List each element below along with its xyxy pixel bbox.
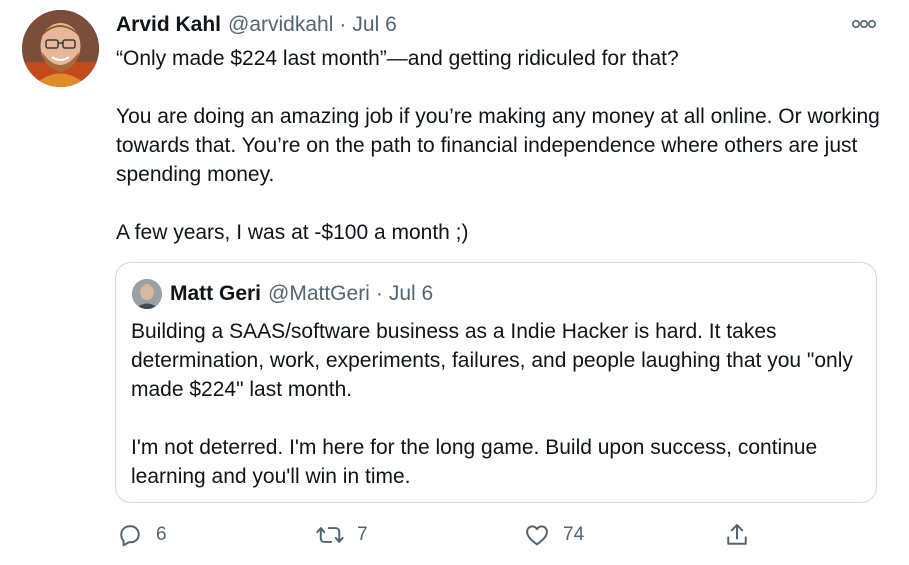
quote-author-avatar	[132, 279, 162, 309]
quote-author-handle: @MattGeri	[268, 282, 370, 305]
tweet[interactable]: Arvid Kahl @arvidkahl · Jul 6 “Only made…	[0, 0, 909, 565]
tweet-date[interactable]: Jul 6	[352, 13, 396, 37]
author-handle[interactable]: @arvidkahl	[228, 13, 333, 37]
reply-button[interactable]: 6	[116, 518, 167, 552]
share-icon	[727, 524, 747, 545]
quote-date: Jul 6	[388, 282, 434, 305]
tweet-paragraph: You are doing an amazing job if you’re m…	[116, 105, 880, 186]
retweet-button[interactable]: 7	[315, 518, 368, 552]
tweet-paragraph: “Only made $224 last month”—and getting …	[116, 47, 679, 70]
share-button[interactable]	[723, 518, 751, 552]
quote-paragraph: I'm not deterred. I'm here for the long …	[131, 436, 818, 488]
like-count: 74	[563, 524, 585, 545]
quote-paragraph: Building a SAAS/software business as a I…	[131, 320, 853, 401]
tweet-paragraph: A few years, I was at -$100 a month ;)	[116, 221, 469, 244]
quote-author-name: Matt Geri	[170, 282, 262, 305]
heart-icon	[526, 525, 548, 546]
tweet-text: “Only made $224 last month”—and getting …	[116, 44, 886, 247]
quote-header: Matt Geri @MattGeri · Jul 6	[170, 282, 433, 306]
reply-icon	[120, 525, 140, 547]
tweet-actions: 6 7 74	[116, 518, 756, 552]
more-options-button[interactable]	[846, 12, 882, 36]
quote-text: Building a SAAS/software business as a I…	[131, 317, 866, 491]
more-horizontal-icon	[852, 20, 876, 29]
like-button[interactable]: 74	[523, 518, 584, 552]
reply-count: 6	[156, 524, 167, 545]
tweet-header: Arvid Kahl @arvidkahl · Jul 6	[116, 13, 397, 39]
quoted-tweet-card[interactable]: Matt Geri @MattGeri · Jul 6 Building a S…	[115, 262, 877, 503]
quote-separator: ·	[375, 282, 383, 305]
retweet-icon	[316, 527, 344, 543]
retweet-count: 7	[357, 524, 368, 545]
header-separator: ·	[339, 13, 347, 36]
author-name[interactable]: Arvid Kahl	[116, 13, 221, 37]
author-avatar[interactable]	[22, 10, 99, 87]
